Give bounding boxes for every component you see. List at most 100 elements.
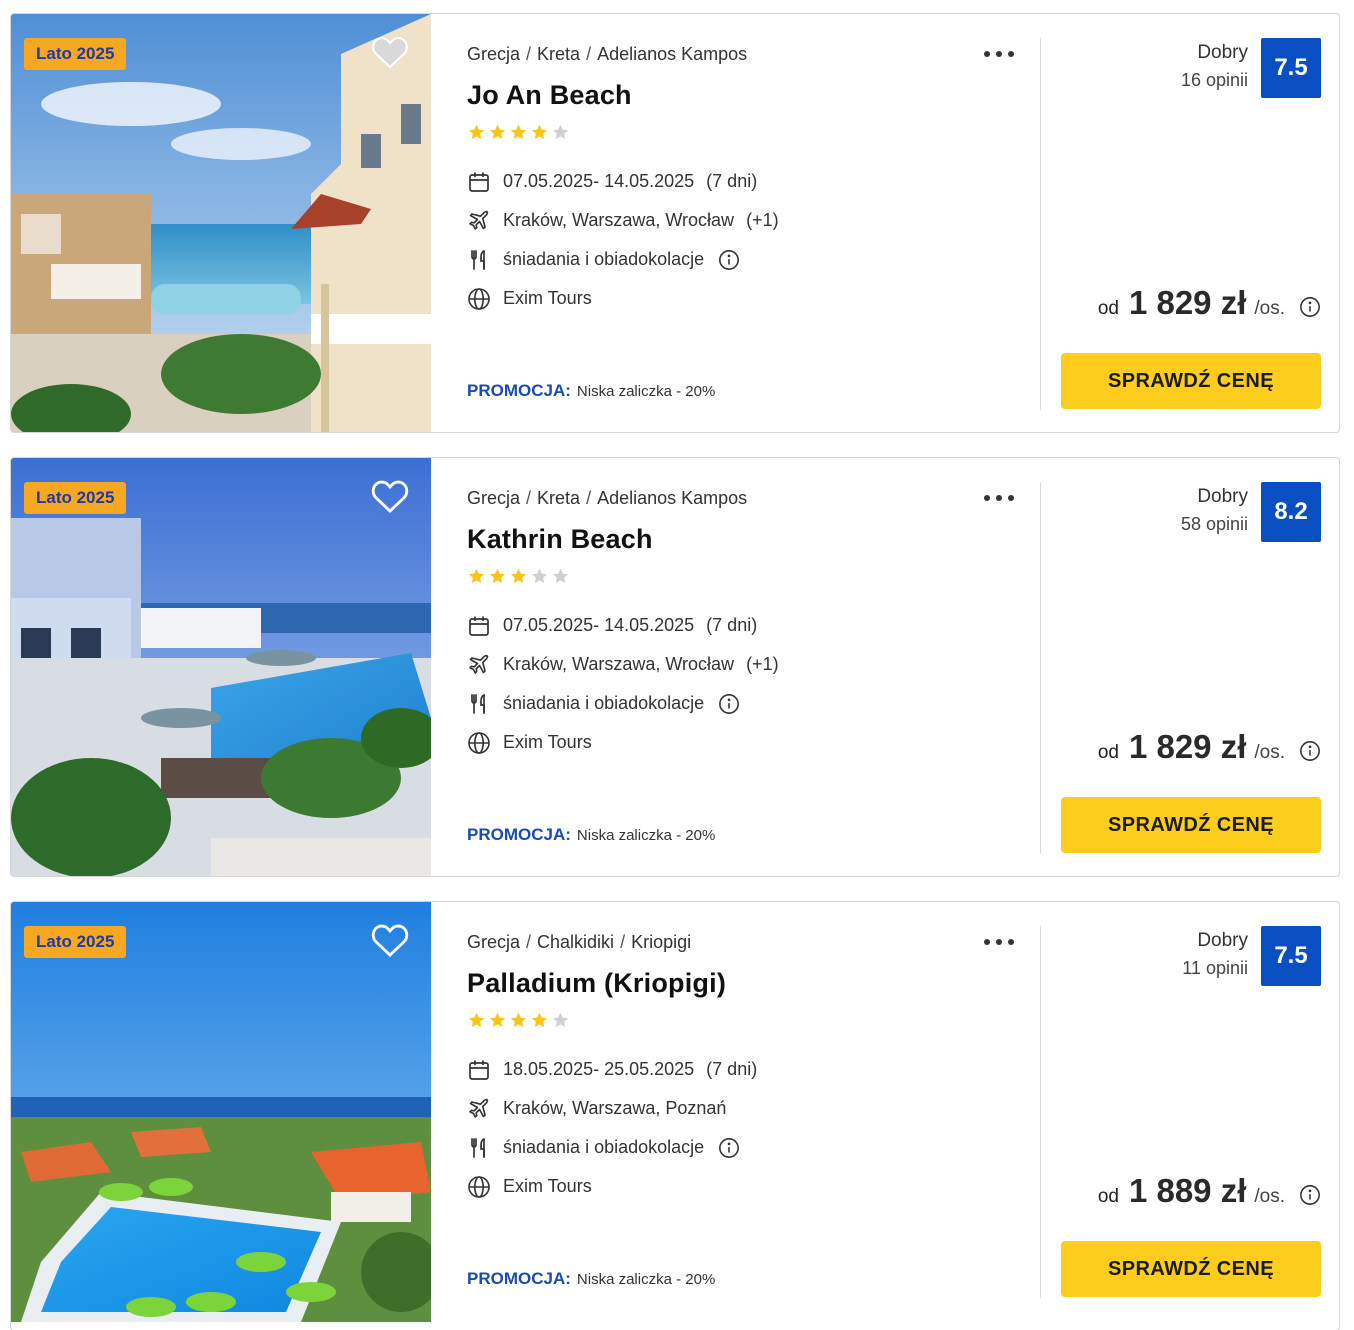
star-filled-icon	[468, 1012, 485, 1027]
info-icon[interactable]	[718, 249, 740, 271]
check-price-button[interactable]: SPRAWDŹ CENĘ	[1061, 797, 1321, 853]
operator-text: Exim Tours	[503, 732, 592, 752]
star-rating	[467, 1011, 570, 1031]
globe-icon	[467, 731, 491, 755]
dates-text: 07.05.2025- 14.05.2025	[503, 171, 695, 191]
price: od 1 829 zł /os.	[1098, 284, 1285, 322]
price-suffix: /os.	[1254, 298, 1285, 319]
breadcrumb-city[interactable]: Kriopigi	[631, 932, 691, 952]
breadcrumb-separator: /	[526, 488, 532, 508]
heart-icon[interactable]	[371, 478, 409, 514]
price-prefix: od	[1097, 298, 1119, 319]
offer-card[interactable]: Lato 2025 Grecja / Kreta / Adelianos Kampos …	[10, 457, 1340, 877]
season-badge: Lato 2025	[24, 482, 127, 514]
more-options-icon[interactable]	[982, 930, 1016, 954]
operator-row: Exim Tours	[467, 1167, 757, 1206]
star-empty-icon	[552, 568, 569, 583]
info-icon[interactable]	[718, 1137, 740, 1159]
more-options-icon[interactable]	[982, 42, 1016, 66]
review-count[interactable]: 16 opinii	[1181, 70, 1248, 91]
duration-text: (7 dni)	[706, 1059, 758, 1079]
price-info-icon[interactable]	[1299, 1184, 1321, 1206]
review-count[interactable]: 58 opinii	[1181, 514, 1248, 535]
star-filled-icon	[510, 568, 527, 583]
departure-row: Kraków, Warszawa, Wrocław (+1)	[467, 645, 779, 684]
promo: PROMOCJA: Niska zaliczka - 20%	[467, 1269, 715, 1289]
cutlery-icon	[467, 692, 491, 716]
duration-text: (7 dni)	[706, 171, 758, 191]
departure-text: Kraków, Warszawa, Wrocław	[503, 210, 735, 230]
info-icon[interactable]	[718, 693, 740, 715]
promo-label: PROMOCJA:	[467, 825, 571, 844]
price: od 1 829 zł /os.	[1098, 728, 1285, 766]
breadcrumb-country[interactable]: Grecja	[467, 932, 520, 952]
board-row: śniadania i obiadokolacje	[467, 684, 779, 723]
board-text: śniadania i obiadokolacje	[503, 693, 705, 713]
star-filled-icon	[531, 124, 548, 139]
cutlery-icon	[467, 248, 491, 272]
star-filled-icon	[468, 568, 485, 583]
offer-info: Grecja / Kreta / Adelianos Kampos Jo An Beac…	[467, 14, 1037, 432]
star-empty-icon	[552, 1012, 569, 1027]
score-badge: 7.5	[1261, 38, 1321, 98]
offer-info: Grecja / Chalkidiki / Kriopigi Palladium (Kr…	[467, 902, 1037, 1322]
breadcrumb-city[interactable]: Adelianos Kampos	[597, 44, 747, 64]
hotel-photo[interactable]: Lato 2025	[11, 902, 431, 1322]
breadcrumb-region[interactable]: Chalkidiki	[537, 932, 614, 952]
operator-text: Exim Tours	[503, 288, 592, 308]
check-price-button[interactable]: SPRAWDŹ CENĘ	[1061, 1241, 1321, 1297]
breadcrumb-separator: /	[526, 932, 532, 952]
offer-card[interactable]: Lato 2025 Grecja / Chalkidiki / Kriopigi Pal…	[10, 901, 1340, 1330]
heart-icon[interactable]	[371, 922, 409, 958]
departure-row: Kraków, Warszawa, Wrocław (+1)	[467, 201, 779, 240]
operator-text: Exim Tours	[503, 1176, 592, 1196]
breadcrumb-city[interactable]: Adelianos Kampos	[597, 488, 747, 508]
hotel-photo[interactable]: Lato 2025	[11, 458, 431, 876]
hotel-photo[interactable]: Lato 2025	[11, 14, 431, 432]
heart-icon[interactable]	[371, 34, 409, 70]
breadcrumb-country[interactable]: Grecja	[467, 44, 520, 64]
price-suffix: /os.	[1254, 1186, 1285, 1207]
departure-text: Kraków, Warszawa, Wrocław	[503, 654, 735, 674]
globe-icon	[467, 287, 491, 311]
rating-word: Dobry	[1197, 930, 1248, 951]
breadcrumb-separator: /	[586, 488, 592, 508]
promo-text: Niska zaliczka - 20%	[576, 383, 716, 400]
price-info-icon[interactable]	[1299, 296, 1321, 318]
star-empty-icon	[531, 568, 548, 583]
breadcrumb-separator: /	[620, 932, 626, 952]
price: od 1 889 zł /os.	[1098, 1172, 1285, 1210]
dates-text: 07.05.2025- 14.05.2025	[503, 615, 695, 635]
rating-word: Dobry	[1197, 486, 1248, 507]
hotel-title[interactable]: Kathrin Beach	[467, 524, 653, 555]
star-rating	[467, 567, 570, 587]
calendar-icon	[467, 614, 491, 638]
hotel-title[interactable]: Palladium (Kriopigi)	[467, 968, 726, 999]
check-price-button[interactable]: SPRAWDŹ CENĘ	[1061, 353, 1321, 409]
dates-row: 07.05.2025- 14.05.2025 (7 dni)	[467, 162, 779, 201]
breadcrumb-country[interactable]: Grecja	[467, 488, 520, 508]
promo: PROMOCJA: Niska zaliczka - 20%	[467, 381, 715, 401]
calendar-icon	[467, 170, 491, 194]
dates-row: 07.05.2025- 14.05.2025 (7 dni)	[467, 606, 779, 645]
divider	[1040, 482, 1041, 854]
departure-extra[interactable]: (+1)	[746, 654, 779, 675]
breadcrumb-separator: /	[526, 44, 532, 64]
hotel-title[interactable]: Jo An Beach	[467, 80, 632, 111]
globe-icon	[467, 1175, 491, 1199]
operator-row: Exim Tours	[467, 723, 779, 762]
breadcrumb-region[interactable]: Kreta	[537, 488, 580, 508]
offer-card[interactable]: Lato 2025 Grecja / Kreta / Adelianos Kampos …	[10, 13, 1340, 433]
departure-text: Kraków, Warszawa, Poznań	[503, 1098, 727, 1118]
departure-row: Kraków, Warszawa, Poznań	[467, 1089, 757, 1128]
departure-extra[interactable]: (+1)	[746, 210, 779, 231]
review-count[interactable]: 11 opinii	[1182, 958, 1248, 979]
price-info-icon[interactable]	[1299, 740, 1321, 762]
star-empty-icon	[552, 124, 569, 139]
breadcrumb: Grecja / Kreta / Adelianos Kampos	[467, 44, 747, 65]
divider	[1040, 38, 1041, 410]
breadcrumb-region[interactable]: Kreta	[537, 44, 580, 64]
divider	[1040, 926, 1041, 1298]
more-options-icon[interactable]	[982, 486, 1016, 510]
star-filled-icon	[489, 124, 506, 139]
